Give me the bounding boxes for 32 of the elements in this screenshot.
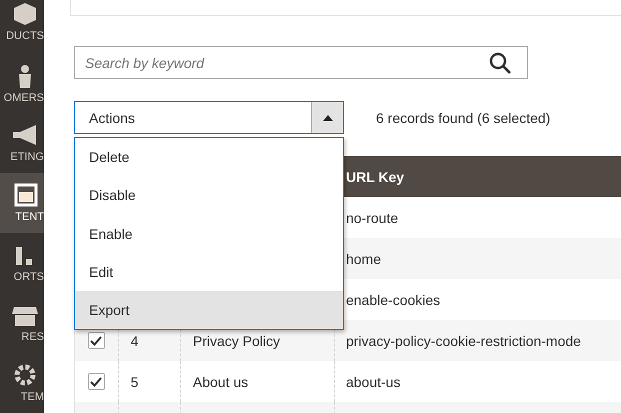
sidebar-item[interactable]: ETING: [0, 113, 44, 174]
gear-icon: [12, 363, 38, 388]
table-cell: Privacy Policy: [192, 332, 280, 348]
records-count: 6 records found (6 selected): [376, 110, 550, 126]
table-cell: home: [346, 250, 382, 266]
table-cell: privacy-policy-cookie-restriction-mode: [346, 332, 581, 348]
table-cell: About us: [192, 374, 248, 390]
sidebar-item[interactable]: RES: [0, 293, 44, 354]
box-icon: [12, 2, 38, 26]
row-checkbox[interactable]: [88, 332, 105, 349]
menu-item[interactable]: Delete: [75, 138, 343, 176]
sidebar-item[interactable]: DUCTS: [0, 0, 44, 54]
menu-item[interactable]: Edit: [75, 252, 343, 292]
table-cell: 5: [130, 374, 138, 390]
megaphone-icon: [12, 123, 38, 148]
caret-icon: [322, 114, 332, 120]
sidebar-item[interactable]: ORTS: [0, 233, 44, 294]
search-field[interactable]: Search by keyword: [74, 46, 528, 79]
table-cell: about-us: [346, 374, 400, 390]
table-cell: enable-cookies: [346, 292, 440, 308]
menu-item[interactable]: Disable: [75, 176, 343, 215]
menu-item[interactable]: Enable: [75, 214, 343, 253]
sidebar-item[interactable]: TENT: [0, 173, 44, 234]
menu-item[interactable]: Export: [75, 291, 343, 330]
sidebar-item[interactable]: OMERS: [0, 54, 44, 114]
row-checkbox[interactable]: [88, 373, 105, 390]
sidebar-item[interactable]: TEM: [0, 353, 44, 413]
table-cell: no-route: [346, 210, 398, 226]
actions-dropdown[interactable]: Actions: [74, 101, 344, 134]
table-cell: 4: [130, 332, 138, 348]
layout-icon: [12, 183, 38, 208]
search-icon[interactable]: [488, 51, 512, 75]
